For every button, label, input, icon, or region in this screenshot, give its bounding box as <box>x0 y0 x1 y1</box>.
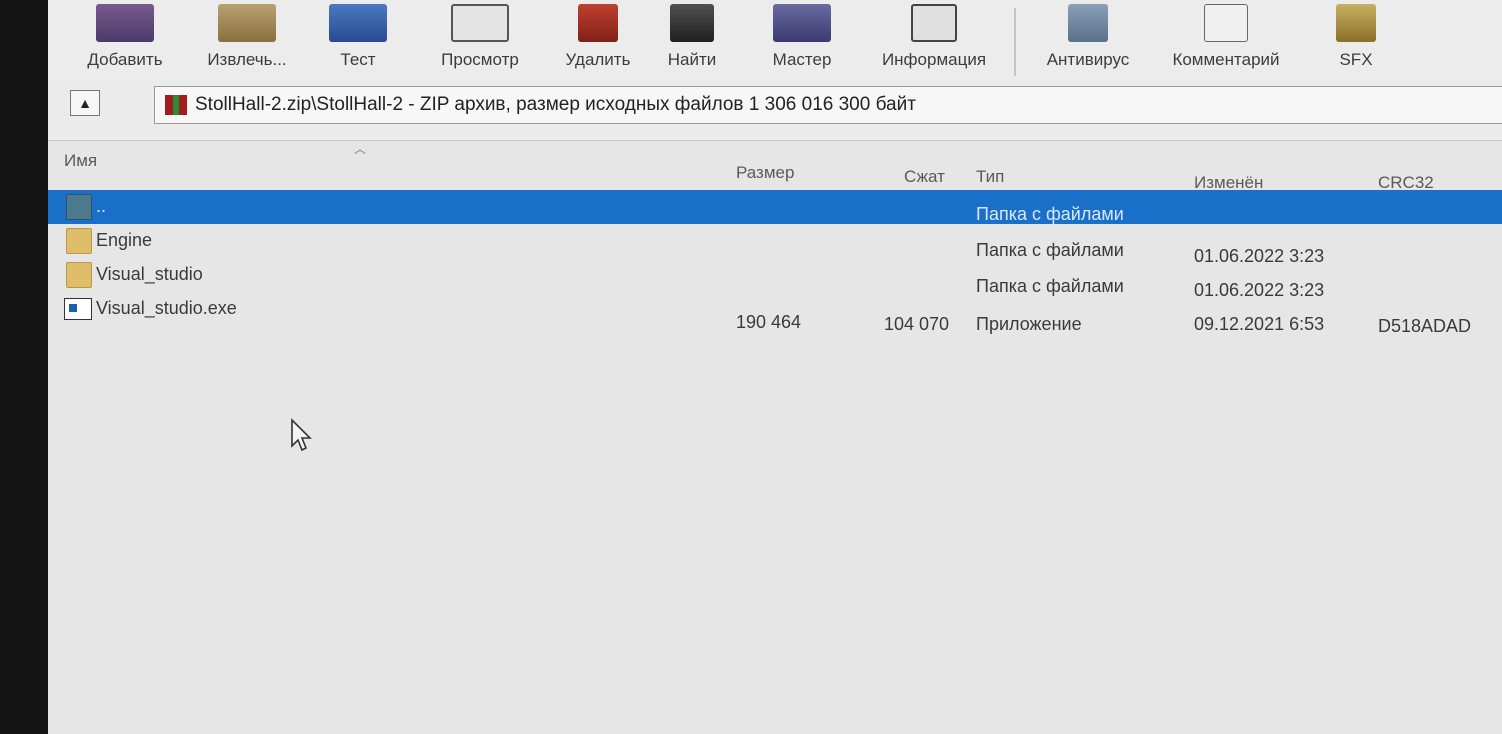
wizard-button[interactable]: Мастер <box>748 0 856 80</box>
delete-button-label: Удалить <box>565 50 631 69</box>
row-name: Visual_studio.exe <box>96 298 237 318</box>
antivirus-icon <box>1068 4 1108 42</box>
info-button-label: Информация <box>881 50 987 69</box>
add-button[interactable]: Добавить <box>70 0 180 80</box>
row-crc: D518ADAD <box>1378 316 1472 336</box>
sfx-icon <box>1336 4 1376 42</box>
address-bar[interactable]: StollHall-2.zip\StollHall-2 - ZIP архив,… <box>154 86 1502 124</box>
test-button-label: Тест <box>340 50 376 69</box>
comment-icon <box>1204 4 1248 42</box>
table-row[interactable]: Visual_studio.exe 190 464 104 070 Прилож… <box>48 292 1502 336</box>
row-type: Папка с файлами <box>976 204 1124 224</box>
row-packed: 104 070 <box>884 314 950 334</box>
extract-button-label: Извлечь... <box>207 50 287 69</box>
table-row[interactable]: Visual_studio Папка с файлами 01.06.2022… <box>48 258 1502 300</box>
winrar-window: Добавить Извлечь... Тест Просмотр Удалит… <box>48 0 1502 734</box>
up-folder-icon <box>66 194 92 220</box>
row-name: Visual_studio <box>96 264 203 284</box>
table-row[interactable]: .. Папка с файлами <box>48 190 1502 224</box>
address-row: ▲ StollHall-2.zip\StollHall-2 - ZIP архи… <box>48 80 1502 141</box>
wizard-button-label: Мастер <box>772 50 832 69</box>
info-icon <box>911 4 957 42</box>
row-name: .. <box>96 196 107 216</box>
toolbar: Добавить Извлечь... Тест Просмотр Удалит… <box>48 0 1502 80</box>
view-button[interactable]: Просмотр <box>420 0 540 80</box>
row-modified: 09.12.2021 6:53 <box>1194 314 1325 334</box>
delete-button[interactable]: Удалить <box>548 0 648 80</box>
monitor-bezel <box>0 0 48 734</box>
zip-archive-icon <box>165 95 187 115</box>
column-header-name[interactable]: Имя <box>64 151 97 171</box>
comment-button-label: Комментарий <box>1172 50 1280 69</box>
find-button[interactable]: Найти <box>652 0 732 80</box>
exe-icon <box>64 298 92 320</box>
comment-button[interactable]: Комментарий <box>1156 0 1296 80</box>
row-name: Engine <box>96 230 153 250</box>
antivirus-button[interactable]: Антивирус <box>1028 0 1148 80</box>
address-text: StollHall-2.zip\StollHall-2 - ZIP архив,… <box>195 94 916 115</box>
table-row[interactable]: Engine Папка с файлами 01.06.2022 3:23 <box>48 224 1502 266</box>
folder-icon <box>66 228 92 254</box>
column-header-row: Имя Размер Сжат Тип Изменён CRC32 <box>48 145 1502 195</box>
antivirus-button-label: Антивирус <box>1046 50 1130 69</box>
view-button-label: Просмотр <box>441 50 519 69</box>
info-button[interactable]: Информация <box>864 0 1004 80</box>
row-size: 190 464 <box>736 312 802 332</box>
add-button-label: Добавить <box>87 50 163 69</box>
column-header-size[interactable]: Размер <box>736 163 794 183</box>
row-type: Приложение <box>976 314 1082 334</box>
wizard-icon <box>773 4 831 42</box>
add-archive-icon <box>96 4 154 42</box>
test-button[interactable]: Тест <box>318 0 398 80</box>
view-icon <box>451 4 509 42</box>
up-level-button[interactable]: ▲ <box>70 90 100 116</box>
arrow-up-icon: ▲ <box>78 95 92 111</box>
toolbar-separator <box>1014 8 1016 76</box>
column-header-packed[interactable]: Сжат <box>904 167 945 187</box>
file-list: .. Папка с файлами Engine Папка с файлам… <box>48 190 1502 590</box>
sfx-button-label: SFX <box>1339 50 1373 69</box>
test-icon <box>329 4 387 42</box>
column-header-type[interactable]: Тип <box>976 167 1004 187</box>
find-button-label: Найти <box>667 50 717 69</box>
sfx-button[interactable]: SFX <box>1316 0 1396 80</box>
extract-icon <box>218 4 276 42</box>
find-icon <box>670 4 714 42</box>
extract-button[interactable]: Извлечь... <box>192 0 302 80</box>
delete-icon <box>578 4 618 42</box>
folder-icon <box>66 262 92 288</box>
